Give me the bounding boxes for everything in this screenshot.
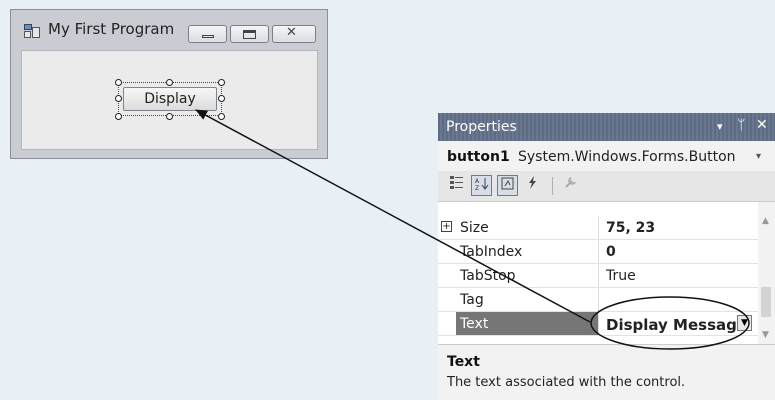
- column-divider: [598, 240, 599, 263]
- alphabetical-icon[interactable]: AZ: [471, 175, 492, 196]
- property-name: Tag: [460, 292, 484, 308]
- property-value[interactable]: 75, 23: [606, 220, 655, 236]
- property-name: Size: [460, 220, 489, 236]
- toolbar-separator: [552, 177, 553, 195]
- properties-title: Properties: [446, 119, 517, 135]
- window-dropdown-icon[interactable]: ▾: [717, 120, 723, 133]
- property-name: TabIndex: [460, 244, 523, 260]
- column-divider: [598, 312, 599, 335]
- resize-handle[interactable]: [218, 95, 225, 102]
- minimize-icon: [202, 35, 214, 38]
- resize-handle[interactable]: [166, 79, 173, 86]
- object-type: System.Windows.Forms.Button: [518, 149, 736, 165]
- description-title: Text: [447, 354, 480, 370]
- scroll-down-icon[interactable]: ▼: [762, 330, 769, 340]
- form-title-bar[interactable]: My First Program ✕: [11, 10, 327, 48]
- property-row-tag[interactable]: Tag: [438, 288, 758, 312]
- property-row-text[interactable]: Text Display Message ▼: [438, 312, 758, 336]
- close-button[interactable]: ✕: [272, 25, 316, 43]
- property-row-tabstop[interactable]: TabStop True: [438, 264, 758, 288]
- property-grid-scrollbar[interactable]: ▲ ▼: [758, 202, 775, 344]
- column-divider: [598, 216, 599, 239]
- pin-icon[interactable]: ᛘ: [737, 117, 745, 133]
- property-value[interactable]: 0: [606, 244, 616, 260]
- svg-text:A: A: [475, 178, 480, 185]
- properties-icon[interactable]: [497, 175, 518, 196]
- scroll-thumb[interactable]: [761, 287, 771, 317]
- categorized-icon[interactable]: [446, 175, 467, 196]
- maximize-button[interactable]: [230, 25, 269, 43]
- resize-handle[interactable]: [115, 79, 122, 86]
- expand-icon[interactable]: +: [441, 221, 452, 232]
- column-divider: [598, 288, 599, 311]
- properties-toolbar: AZ: [438, 171, 775, 202]
- display-button[interactable]: Display: [123, 87, 217, 111]
- form-title: My First Program: [48, 20, 175, 38]
- object-selector[interactable]: button1 System.Windows.Forms.Button ▾: [438, 141, 775, 171]
- resize-handle[interactable]: [218, 79, 225, 86]
- resize-handle[interactable]: [218, 113, 225, 120]
- property-name: Text: [460, 316, 489, 332]
- maximize-icon: [243, 30, 256, 39]
- resize-handle[interactable]: [166, 113, 173, 120]
- close-icon: ✕: [286, 25, 297, 40]
- description-text: The text associated with the control.: [447, 375, 686, 390]
- form-app-icon: [24, 24, 40, 38]
- property-row-size[interactable]: + Size 75, 23: [438, 216, 758, 240]
- chevron-down-icon[interactable]: ▾: [756, 151, 761, 162]
- column-divider: [598, 264, 599, 287]
- svg-text:Z: Z: [475, 185, 479, 191]
- resize-handle[interactable]: [115, 113, 122, 120]
- description-pane: Text The text associated with the contro…: [438, 344, 775, 400]
- chevron-down-icon[interactable]: ▼: [737, 315, 752, 331]
- scroll-up-icon[interactable]: ▲: [762, 216, 769, 226]
- resize-handle[interactable]: [115, 95, 122, 102]
- events-icon[interactable]: [522, 175, 543, 196]
- object-name: button1: [447, 149, 510, 165]
- property-pages-icon[interactable]: [560, 175, 581, 196]
- property-value-input[interactable]: Display Message: [606, 316, 747, 334]
- property-value[interactable]: True: [606, 268, 636, 284]
- property-row-tabindex[interactable]: TabIndex 0: [438, 240, 758, 264]
- properties-window: Properties ▾ ᛘ ✕ button1 System.Windows.…: [438, 113, 775, 400]
- property-name: TabStop: [460, 268, 516, 284]
- minimize-button[interactable]: [188, 25, 227, 43]
- property-grid: + Size 75, 23 TabIndex 0 TabStop True Ta…: [438, 202, 758, 344]
- close-icon[interactable]: ✕: [756, 117, 768, 133]
- properties-header[interactable]: Properties ▾ ᛘ ✕: [438, 113, 775, 141]
